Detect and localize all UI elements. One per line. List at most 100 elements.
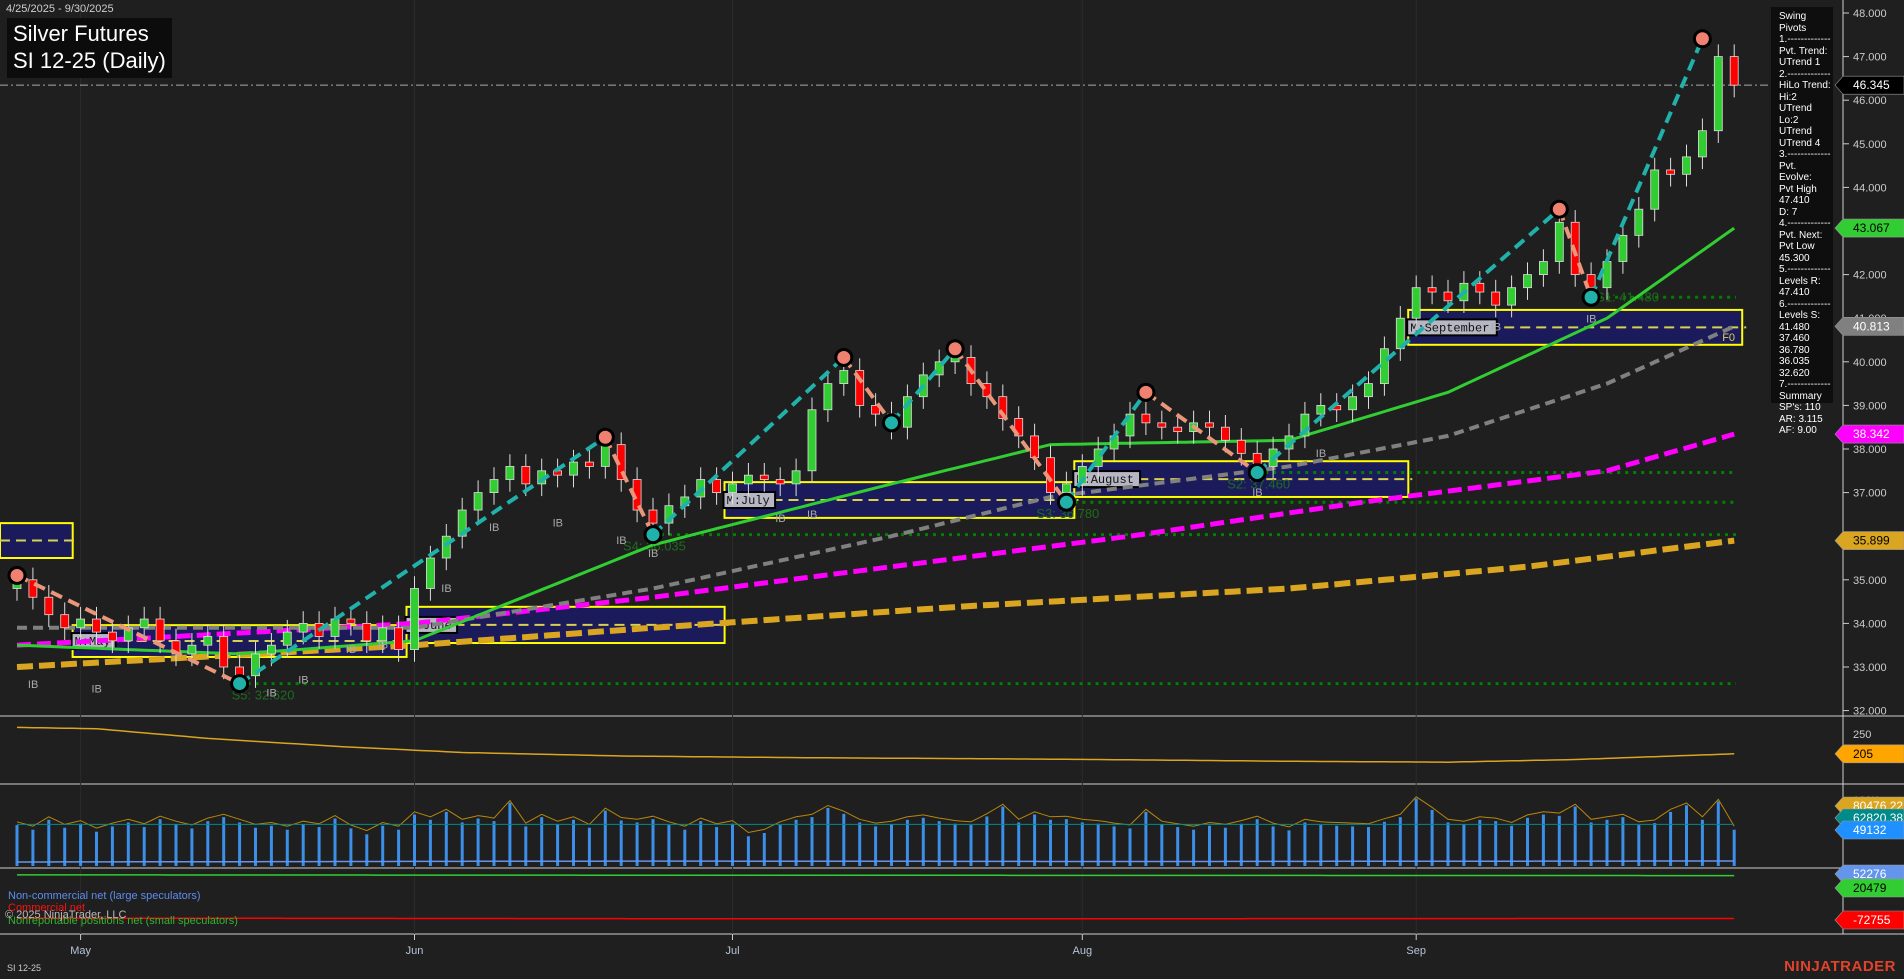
candle-up — [807, 409, 817, 472]
candle-up — [298, 623, 308, 633]
legend-noncommercial: Non-commercial net (large speculators) — [8, 890, 201, 902]
candle-up — [1634, 208, 1644, 236]
ma-slow-value-label: 38.342 — [1853, 427, 1890, 441]
candle-up — [425, 557, 435, 589]
swing-high-marker — [945, 339, 965, 359]
ib-marker: IB — [1316, 448, 1326, 460]
candle-down — [155, 618, 165, 642]
candle-up — [791, 470, 801, 485]
ib-marker: IB — [553, 518, 563, 530]
month-label: Sep — [1406, 945, 1426, 957]
candle-down — [108, 631, 117, 642]
candle-up — [1554, 221, 1564, 262]
y-tick-label: 44.000 — [1853, 182, 1887, 194]
candle-down — [1475, 282, 1485, 293]
ib-marker: IB — [346, 644, 356, 656]
candle-up — [1523, 274, 1532, 289]
cot-line — [17, 860, 1735, 863]
pivot-info-line: 36.035 — [1779, 356, 1810, 367]
candle-down — [1157, 422, 1167, 428]
candle-up — [1411, 287, 1421, 319]
cot-value-label: 20479 — [1853, 881, 1887, 895]
y-tick-label: 38.000 — [1853, 444, 1887, 456]
y-tick-label: 34.000 — [1853, 618, 1887, 630]
candle-down — [1666, 169, 1675, 175]
candle-up — [1650, 169, 1660, 210]
y-tick-label: 37.000 — [1853, 488, 1887, 500]
box-tag: F0 — [1722, 332, 1735, 344]
pivot-info-line: UTrend 4 — [1779, 137, 1821, 149]
swing-pivots-panel: Swing Pivots 1.------------- Pvt. Trend: UT… — [1771, 7, 1833, 436]
candle-down — [394, 627, 404, 650]
y-tick-label: 39.000 — [1853, 400, 1887, 412]
pivot-info-line: Pvt. Trend: — [1779, 45, 1828, 57]
candle-down — [759, 474, 769, 480]
candle-down — [362, 623, 372, 642]
swing-high-marker — [595, 427, 615, 447]
month-label: May — [70, 945, 91, 957]
candle-up — [569, 461, 578, 476]
candle-up — [1348, 396, 1357, 411]
ib-marker: IB — [28, 679, 38, 691]
ib-marker: IB — [1586, 314, 1596, 326]
indicator-value-label: 205 — [1853, 747, 1873, 761]
pivot-info-line: Pvt Low — [1779, 241, 1815, 252]
candle-up — [823, 383, 833, 411]
candle-up — [1682, 156, 1691, 175]
ib-marker: IB — [489, 522, 499, 534]
candle-up — [505, 466, 515, 480]
pivot-info-line: Swing Pivots — [1779, 11, 1807, 34]
pivot-info-line: Levels R: — [1779, 275, 1821, 287]
price-chart[interactable]: May Jun Jul Aug Sep 32.000 33.000 34.000 35.000 3… — [0, 0, 1904, 979]
pivot-info-line: 37.460 — [1779, 333, 1810, 344]
ma-mid-line — [17, 324, 1736, 630]
ib-marker: IB — [441, 583, 451, 595]
instrument-period: SI 12-25 (Daily) — [13, 48, 166, 73]
pivot-info-line: 6.------------- — [1779, 298, 1831, 310]
candle-down — [775, 479, 785, 485]
swing-high-marker — [1549, 199, 1569, 219]
candle-up — [76, 618, 85, 629]
swing-high-marker — [7, 565, 27, 585]
pivot-info-line: 36.780 — [1779, 344, 1810, 356]
candle-up — [203, 636, 213, 646]
pivot-info-line: 45.300 — [1779, 252, 1810, 264]
swing-low-marker — [882, 413, 901, 433]
candle-down — [44, 596, 54, 616]
instrument-footer: SI 12-25 — [7, 963, 42, 973]
pivot-info-line: D: 7 — [1779, 206, 1798, 218]
candle-up — [473, 492, 483, 511]
ib-marker: IB — [92, 683, 102, 695]
pivot-info-line: Levels S: — [1779, 310, 1821, 321]
month-label: Jun — [406, 945, 424, 957]
candle-up — [1062, 483, 1071, 494]
candle-up — [139, 618, 149, 629]
pivot-info-line: Lo:2 UTrend — [1779, 114, 1812, 138]
copyright: © 2025 NinjaTrader, LLC — [5, 909, 127, 921]
candle-up — [744, 474, 753, 485]
ib-marker: IB — [648, 548, 658, 560]
pivot-info-line: UTrend 1 — [1779, 57, 1821, 68]
swing-high-marker — [1136, 382, 1156, 402]
candle-up — [600, 444, 610, 467]
date-range: 4/25/2025 - 9/30/2025 — [6, 3, 114, 15]
swing-low-marker — [1247, 463, 1267, 483]
candle-down — [1443, 291, 1453, 302]
y-tick-label: 33.000 — [1853, 662, 1887, 674]
candle-up — [1364, 383, 1373, 398]
candle-up — [1713, 56, 1723, 132]
ib-marker: IB — [616, 535, 626, 547]
pivot-info-line: 1.------------- — [1779, 34, 1831, 45]
y-tick-label: 45.000 — [1853, 139, 1887, 151]
ib-marker: IB — [1252, 487, 1262, 499]
y-tick-label: 42.000 — [1853, 270, 1887, 282]
candle-down — [1205, 422, 1214, 428]
month-label: Jul — [725, 945, 739, 957]
candle-down — [1236, 439, 1246, 454]
pivot-info-line: AR: 3.115 — [1779, 413, 1823, 425]
y-tick-label: 35.000 — [1853, 575, 1887, 587]
ma-fast-value-label: 43.067 — [1853, 221, 1890, 235]
ma-mid-value-label: 40.813 — [1853, 319, 1890, 333]
swing-down-leg — [603, 436, 655, 536]
pivot-info-line: 7.------------- — [1779, 379, 1831, 390]
